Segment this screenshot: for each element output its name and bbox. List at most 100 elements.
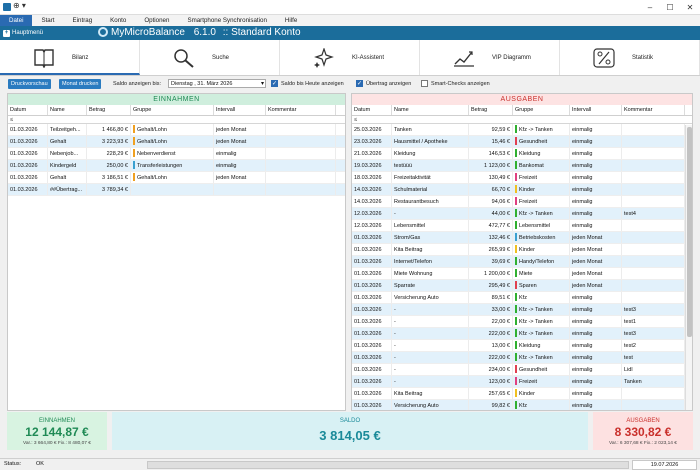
quick-access-toolbar[interactable]: ⊕ ▾ [13,1,26,10]
table-row[interactable]: 01.03.2026 Nebenjob... 228,29 € Nebenverdie… [8,148,345,160]
col-betrag[interactable]: Betrag [87,105,131,115]
ausgaben-rows: 25.03.2026 Tanken 92,59 € Kfz -> Tanken einm… [352,124,692,410]
einnahmen-filter-row[interactable]: ≤ [8,116,345,124]
datum-text: 01.03.2026 [354,367,382,373]
datum-text: 01.03.2026 [354,379,382,385]
gruppe-text: Freizeit [519,379,538,385]
col-gruppe[interactable]: Gruppe [513,105,570,115]
table-row[interactable]: 01.03.2026 - 222,00 € Kfz -> Tanken einmalig… [352,352,692,364]
table-row[interactable]: 12.03.2026 Lebensmittel 472,77 € Lebensmitt… [352,220,692,232]
col-datum[interactable]: Datum [352,105,392,115]
group-color-marker [133,137,135,145]
close-icon[interactable]: ✕ [680,0,700,15]
minimize-icon[interactable]: – [640,0,660,15]
table-row[interactable]: 14.03.2026 Restaurantbesuch 94,06 € Freizei… [352,196,692,208]
menu-konto[interactable]: Konto [101,15,135,26]
table-row[interactable]: 01.03.2026 Strom/Gas 132,46 € Betriebskoste… [352,232,692,244]
cell-kommentar: test1 [622,316,685,327]
table-row[interactable]: 01.03.2026 - 33,00 € Kfz -> Tanken einmalig t… [352,304,692,316]
tab-suche[interactable]: Suche [140,40,280,75]
table-row[interactable]: 01.03.2026 - 123,00 € Freizeit einmalig Tanke… [352,376,692,388]
table-row[interactable]: 01.03.2026 Miete Wohnung 1 200,00 € Miete je… [352,268,692,280]
table-row[interactable]: 01.03.2026 Internet/Telefon 39,69 € Handy/T… [352,256,692,268]
table-row[interactable]: 01.03.2026 Versicherung Auto 99,82 € Kfz ein… [352,400,692,410]
table-row[interactable]: 12.03.2026 - 44,00 € Kfz -> Tanken einmalig t… [352,208,692,220]
col-intervall[interactable]: Intervall [214,105,266,115]
table-row[interactable]: 01.03.2026 - 234,00 € Gesundheit einmalig Lid… [352,364,692,376]
col-name[interactable]: Name [48,105,87,115]
maximize-icon[interactable]: ☐ [660,0,680,15]
saldo-heute-label: Saldo bis Heute anzeigen [281,81,344,87]
gruppe-text: Gehalt/Lohn [137,175,167,181]
datum-text: 01.03.2026 [10,187,38,193]
cell-name: Nebenjob... [48,148,87,159]
table-row[interactable]: 01.03.2026 Sparrate 295,49 € Sparen jeden Mo… [352,280,692,292]
ausgaben-scrollbar[interactable] [685,125,692,410]
col-gruppe[interactable]: Gruppe [131,105,214,115]
menu-eintrag[interactable]: Eintrag [64,15,102,26]
col-betrag[interactable]: Betrag [469,105,513,115]
ausgaben-filter-row[interactable]: ≤ [352,116,692,124]
menu-datei[interactable]: Datei [0,15,33,26]
gruppe-text: Gesundheit [519,367,548,373]
table-row[interactable]: 01.03.2026 - 222,00 € Kfz -> Tanken einmalig… [352,328,692,340]
menu-start[interactable]: Start [32,15,63,26]
name-text: ##Übertrag... [50,187,83,193]
tab-bilanz[interactable]: Bilanz [0,40,140,75]
smart-checks-checkbox[interactable] [421,80,428,87]
cell-datum: 18.03.2026 [352,172,392,183]
table-row[interactable]: 01.03.2026 Kindergeld 250,00 € Transferleis… [8,160,345,172]
betrag-text: 66,70 € [491,187,510,193]
betrag-text: 3 186,51 € [102,175,128,181]
table-row[interactable]: 01.03.2026 Versicherung Auto 89,51 € Kfz ein… [352,292,692,304]
table-row[interactable]: 25.03.2026 Tanken 92,59 € Kfz -> Tanken einm… [352,124,692,136]
intervall-text: jeden Monat [216,175,247,181]
menu-hilfe[interactable]: Hilfe [276,15,306,26]
cell-gruppe: Gehalt/Lohn [131,136,214,147]
col-kommentar[interactable]: Kommentar [622,105,685,115]
table-row[interactable]: 01.03.2026 - 22,00 € Kfz -> Tanken einmalig t… [352,316,692,328]
monat-drucken-button[interactable]: Monat drucken [59,79,102,89]
table-row[interactable]: 14.03.2026 Schulmaterial 66,70 € Kinder einm… [352,184,692,196]
table-row[interactable]: 01.03.2026 ##Übertrag... 3 789,34 € [8,184,345,196]
cell-intervall: einmalig [570,400,622,410]
tab-vip-diagramm[interactable]: VIP Diagramm [420,40,560,75]
cell-datum: 21.03.2026 [352,148,392,159]
calendar-icon[interactable]: ▾ [261,80,264,88]
table-row[interactable]: 01.03.2026 Kita Beitrag 257,65 € Kinder einm… [352,388,692,400]
cell-intervall: einmalig [570,136,622,147]
table-row[interactable]: 18.03.2026 Freizeitaktivität 130,49 € Freiz… [352,172,692,184]
group-color-marker [133,161,135,169]
intervall-text: einmalig [572,175,593,181]
menu-smartphone-sync[interactable]: Smartphone Synchronisation [178,15,275,26]
table-row[interactable]: 01.03.2026 Teilzeitgeh... 1 466,80 € Gehalt… [8,124,345,136]
hauptmenu-button[interactable]: + Hauptmenü [3,28,43,38]
table-row[interactable]: 23.03.2026 Hausmittel / Apotheke 15,46 € Ge… [352,136,692,148]
group-color-marker [515,329,517,337]
col-kommentar[interactable]: Kommentar [266,105,336,115]
saldo-heute-checkbox[interactable]: ✓ [271,80,278,87]
scrollbar-thumb[interactable] [687,127,692,337]
tab-ki-assistent[interactable]: KI-Assistent [280,40,420,75]
menu-optionen[interactable]: Optionen [135,15,178,26]
cell-kommentar [266,148,336,159]
intervall-text: einmalig [572,391,593,397]
druckvorschau-button[interactable]: Druckvorschau [8,79,51,89]
uebertrag-checkbox[interactable]: ✓ [356,80,363,87]
date-picker[interactable]: Dienstag , 31. März 2026 ▾ [168,79,266,88]
cell-gruppe: Kfz -> Tanken [513,124,570,135]
tab-statistik[interactable]: Statistik [560,40,700,75]
col-intervall[interactable]: Intervall [570,105,622,115]
col-name[interactable]: Name [392,105,469,115]
table-row[interactable]: 01.03.2026 - 13,00 € Kleidung einmalig test2 [352,340,692,352]
group-color-marker [133,125,135,133]
cell-datum: 01.03.2026 [352,256,392,267]
table-row[interactable]: 01.03.2026 Gehalt 3 223,93 € Gehalt/Lohn jed… [8,136,345,148]
intervall-text: einmalig [572,163,593,169]
table-row[interactable]: 01.03.2026 Kita Beitrag 265,99 € Kinder jede… [352,244,692,256]
table-row[interactable]: 19.03.2026 testüüü 1 123,00 € Bankomat einma… [352,160,692,172]
menu-bar: Datei Start Eintrag Konto Optionen Smart… [0,15,700,26]
col-datum[interactable]: Datum [8,105,48,115]
table-row[interactable]: 01.03.2026 Gehalt 3 186,51 € Gehalt/Lohn jed… [8,172,345,184]
table-row[interactable]: 21.03.2026 Kleidung 146,53 € Kleidung einmal… [352,148,692,160]
